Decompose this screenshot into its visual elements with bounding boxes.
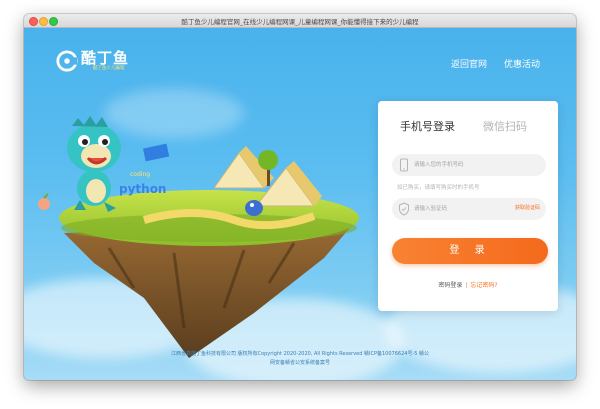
footer-copyright: 江西省鑫酷丁鱼科技有限公司 版权所有Copyright 2020-2020, A… bbox=[170, 351, 430, 357]
login-tabs: 手机号登录 微信扫码 bbox=[378, 101, 558, 145]
promotions-link[interactable]: 优惠活动 bbox=[504, 57, 540, 70]
login-button[interactable]: 登 录 bbox=[392, 238, 548, 264]
brand-logo[interactable]: 酷丁鱼 酷丁鱼少儿编程 bbox=[56, 48, 129, 74]
login-panel: 手机号登录 微信扫码 如已购买，请填写购买时的手机号 获取验证码 登 bbox=[378, 101, 558, 311]
logo-name: 酷丁鱼 bbox=[81, 49, 130, 67]
code-input[interactable] bbox=[414, 201, 519, 217]
tab-wechat-scan[interactable]: 微信扫码 bbox=[483, 118, 527, 134]
app-window: 酷丁鱼少儿编程官网_在线少儿编程网课_儿童编程网课_你能懂得接下来的少儿编程 p… bbox=[24, 14, 576, 380]
page-content: python coding 酷丁鱼 酷丁鱼少儿编程 返回官网 优惠活动 手机号登… bbox=[24, 28, 576, 380]
password-login-link[interactable]: 密码登录 bbox=[438, 282, 462, 289]
top-nav: 返回官网 优惠活动 bbox=[451, 57, 540, 70]
shield-icon bbox=[399, 202, 409, 216]
phone-hint: 如已购买，请填写购买时的手机号 bbox=[397, 185, 480, 191]
forgot-password-link[interactable]: 忘记密码? bbox=[470, 282, 497, 289]
footer-record: 网安备赣省公安系统备案号 bbox=[269, 360, 330, 366]
title-bar: 酷丁鱼少儿编程官网_在线少儿编程网课_儿童编程网课_你能懂得接下来的少儿编程 bbox=[24, 14, 576, 28]
window-title: 酷丁鱼少儿编程官网_在线少儿编程网课_儿童编程网课_你能懂得接下来的少儿编程 bbox=[181, 18, 419, 26]
phone-icon bbox=[400, 158, 408, 172]
get-code-button[interactable]: 获取验证码 bbox=[515, 204, 540, 211]
coding-sign: coding bbox=[130, 171, 150, 178]
logo-tagline: 酷丁鱼少儿编程 bbox=[93, 66, 125, 71]
phone-input[interactable] bbox=[414, 157, 519, 173]
code-field[interactable]: 获取验证码 bbox=[392, 198, 546, 220]
phone-field[interactable] bbox=[392, 154, 546, 176]
python-sign: python bbox=[119, 182, 166, 196]
tab-phone-login[interactable]: 手机号登录 bbox=[400, 118, 455, 134]
link-separator: | bbox=[465, 282, 468, 289]
fish-logo-icon bbox=[56, 50, 78, 72]
back-to-site-link[interactable]: 返回官网 bbox=[451, 57, 487, 70]
login-links: 密码登录 | 忘记密码? bbox=[378, 280, 558, 289]
